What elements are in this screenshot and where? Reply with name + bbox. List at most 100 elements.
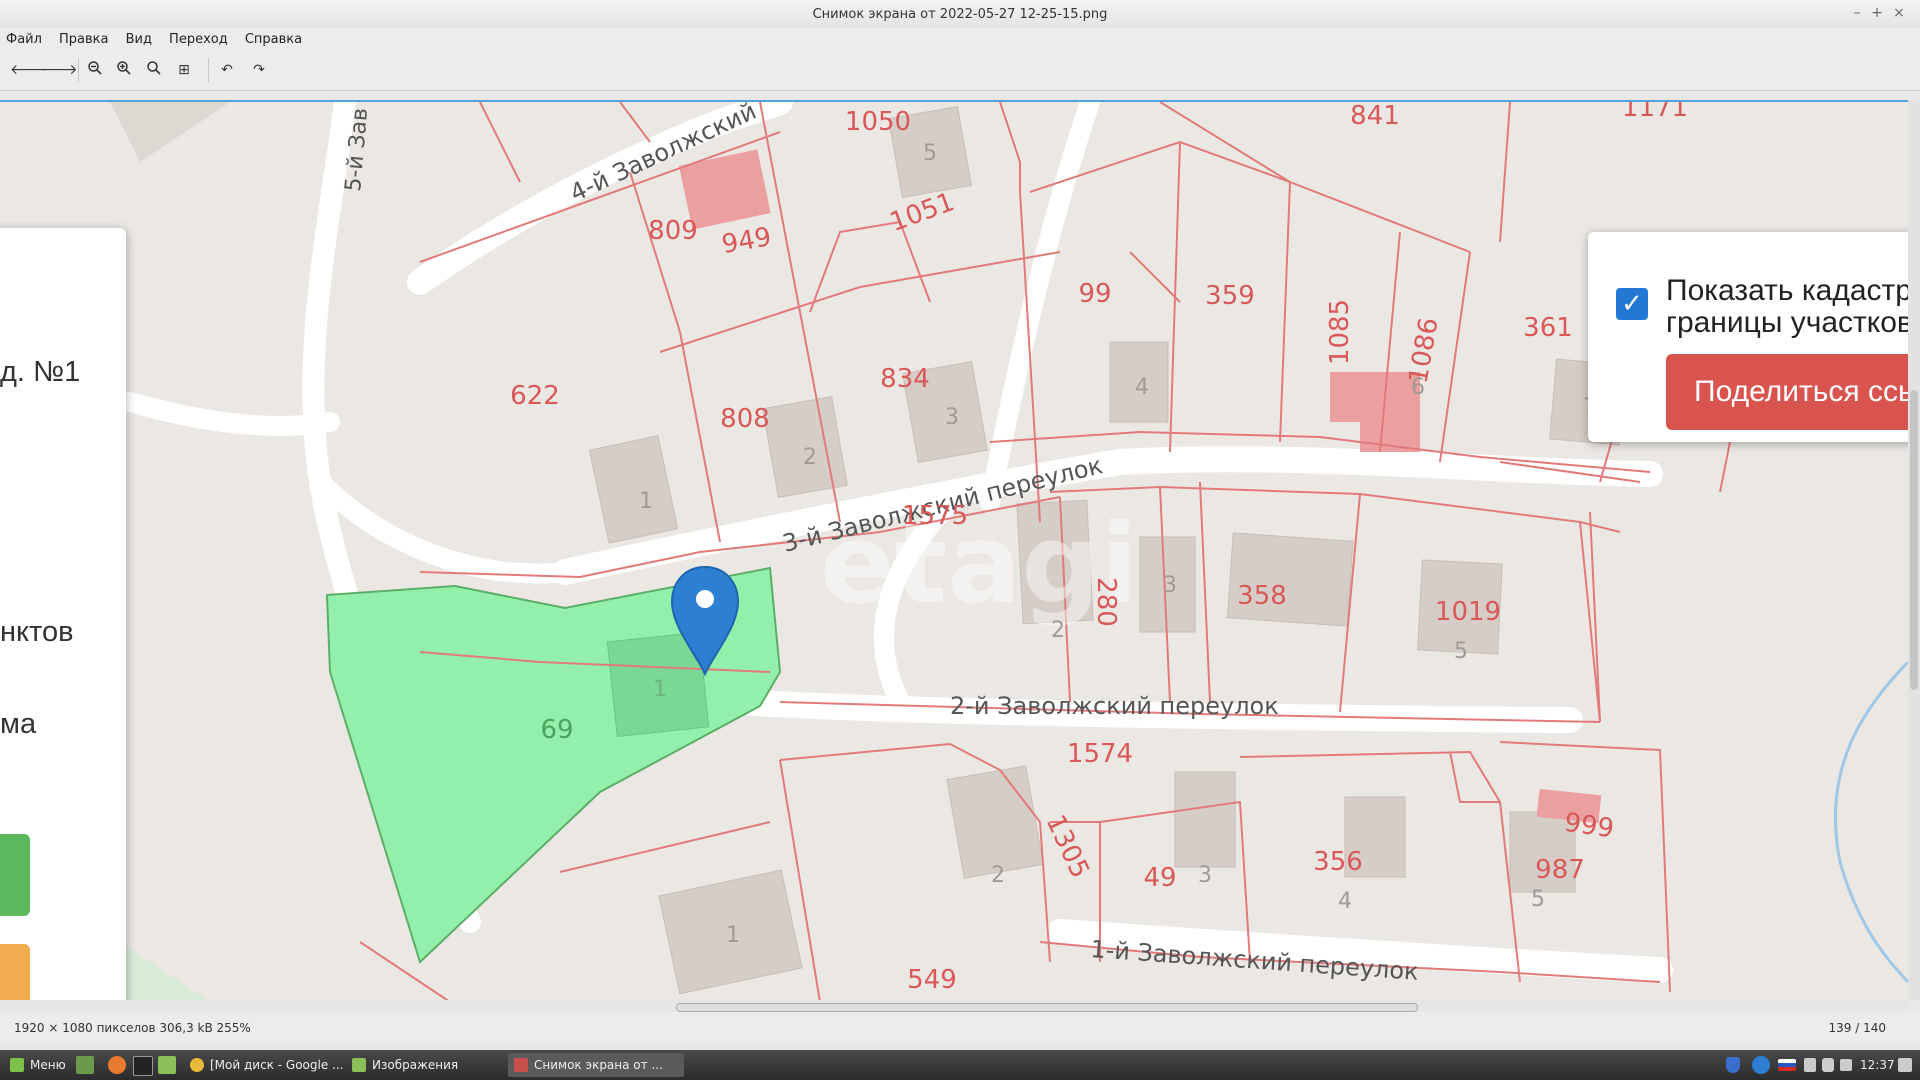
menu-bar: Файл Правка Вид Переход Справка [0,28,1920,50]
cadastral-checkbox[interactable]: ✓ [1616,288,1648,320]
parcel-number: 49 [1143,863,1176,893]
parcel-number: 834 [880,364,930,394]
image-canvas[interactable]: 1-й Заволжский переулок 2-й Заволжский п… [0,100,1908,1002]
maximize-button[interactable]: + [1868,5,1886,21]
parcel-number: 841 [1350,102,1400,131]
parcel-number: 549 [907,965,957,995]
parcel-number: 1051 [886,187,958,238]
volume-icon[interactable] [1898,1058,1912,1072]
toolbar-separator [78,58,79,82]
house-number: 1 [653,677,667,702]
info-line: д. №1 [0,356,81,388]
folder-icon [352,1058,366,1072]
zoom-in-icon[interactable] [113,60,135,80]
files-icon[interactable] [158,1056,176,1074]
image-info: 1920 × 1080 пикселов 306,3 kB 255% [14,1021,251,1035]
horizontal-scroll-thumb[interactable] [676,1003,1418,1012]
zoom-out-icon[interactable] [84,60,106,80]
house-number: 3 [945,405,959,430]
checkbox-label: Показать кадастр [1666,274,1908,307]
parcel-number: 99 [1078,279,1111,309]
menu-file[interactable]: Файл [0,29,48,47]
house-number: 3 [1163,573,1177,598]
toolbar: 🡐 🡒 ⊞ ↶ ↷ [0,50,1920,91]
clock[interactable]: 12:37 [1860,1053,1895,1077]
menu-help[interactable]: Справка [239,29,308,47]
mint-logo-icon [10,1058,24,1072]
battery-icon[interactable] [1840,1059,1852,1071]
share-link-button[interactable]: Поделиться ссылкой [1666,354,1908,430]
parcel-number: 987 [1535,855,1585,885]
firefox-icon[interactable] [108,1056,126,1074]
zoom-normal-icon[interactable] [143,60,165,80]
watermark: etagi [820,500,1138,628]
minimize-button[interactable]: – [1848,5,1866,21]
show-desktop-icon[interactable] [76,1056,94,1074]
window-titlebar: Снимок экрана от 2022-05-27 12-25-15.png… [0,0,1920,28]
zoom-fit-icon[interactable]: ⊞ [173,60,195,80]
close-button[interactable]: × [1890,5,1908,21]
info-line: ма [0,708,37,740]
terminal-icon[interactable] [133,1056,153,1076]
house-number: 1 [639,489,653,514]
taskbar-item-google-drive[interactable]: [Мой диск - Google ... [184,1053,368,1077]
parcel-number: 359 [1205,281,1255,311]
parcel-number: 358 [1237,581,1287,611]
house-number: 1 [726,923,740,948]
house-number: 4 [1135,375,1149,400]
clipboard-icon[interactable] [1804,1058,1816,1072]
language-flag-icon[interactable] [1778,1059,1796,1071]
house-number: 2 [991,863,1005,888]
chrome-icon [190,1058,204,1072]
taskbar-item-images[interactable]: Изображения [346,1053,530,1077]
menu-view[interactable]: Вид [120,29,158,47]
action-button-green[interactable] [0,834,30,916]
parcel-number: 280 [1091,577,1121,627]
task-label: [Мой диск - Google ... [210,1058,344,1072]
taskbar-item-image-viewer[interactable]: Снимок экрана от ... [508,1053,684,1077]
house-number: 5 [923,141,937,166]
house-number: 5 [1531,887,1545,912]
prev-image-icon[interactable]: 🡐 [10,60,48,80]
house-number: 3 [1198,863,1212,888]
parcel-number: 1019 [1435,597,1501,627]
image-viewer-icon [514,1058,528,1072]
street-label: 2-й Заволжский переулок [950,692,1279,720]
menu-edit[interactable]: Правка [53,29,114,47]
parcel-number: 1575 [902,501,968,531]
toolbar-separator [208,58,209,82]
rotate-right-icon[interactable]: ↷ [248,60,270,80]
next-image-icon[interactable]: 🡒 [40,60,78,80]
taskbar: Меню [Мой диск - Google ... Изображения … [0,1050,1920,1080]
start-menu-label: Меню [30,1058,66,1072]
parcel-number: 1574 [1067,739,1133,769]
task-label: Снимок экрана от ... [534,1058,663,1072]
parcel-number: 949 [720,222,774,260]
parcel-number: 809 [648,216,698,246]
shield-icon[interactable] [1726,1057,1740,1073]
network-icon[interactable] [1822,1058,1834,1072]
hp-icon[interactable] [1752,1056,1770,1074]
vertical-scroll-thumb[interactable] [1910,390,1918,690]
house-number: 5 [1454,639,1468,664]
landuse-area [110,102,230,162]
parcel-number: 1050 [845,107,911,137]
parcel-number: 1171 [1622,102,1688,123]
parcel-number: 356 [1313,847,1363,877]
rotate-left-icon[interactable]: ↶ [216,60,238,80]
house-number: 6 [1411,375,1425,400]
action-button-orange[interactable] [0,944,30,1002]
house-number: 2 [803,445,817,470]
checkbox-label: границы участков [1666,306,1908,339]
status-bar: 1920 × 1080 пикселов 306,3 kB 255% 139 /… [0,1012,1920,1042]
parcel-number: 1085 [1325,299,1355,365]
river [1834,660,1908,984]
house-number: 4 [1338,889,1352,914]
vertical-scrollbar[interactable] [1908,100,1920,1000]
menu-go[interactable]: Переход [163,29,234,47]
window-title: Снимок экрана от 2022-05-27 12-25-15.png [812,7,1108,22]
parcel-number: 69 [540,715,573,745]
horizontal-scrollbar[interactable] [0,1000,1908,1012]
parcel-number: 808 [720,404,770,434]
info-line: нктов [0,616,74,648]
